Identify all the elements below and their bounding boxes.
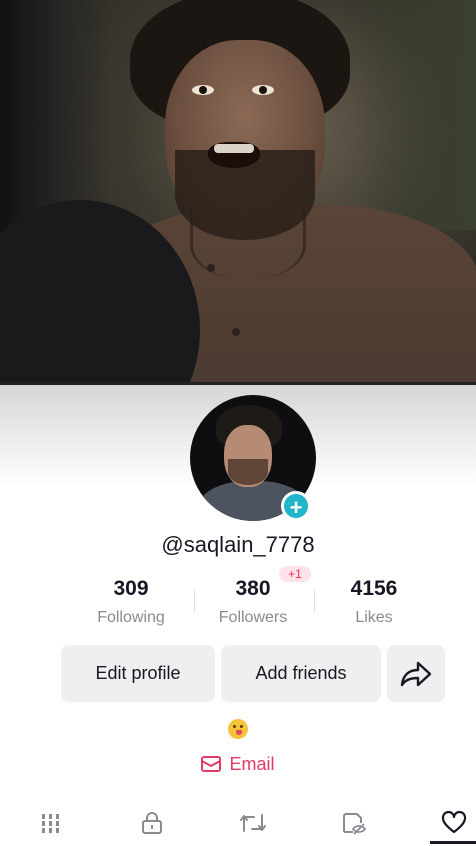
stat-likes[interactable]: 4156 Likes [314,577,434,627]
bio-emoji [0,719,476,744]
tab-hidden[interactable] [334,806,374,840]
tab-private[interactable] [132,806,172,840]
hidden-eye-icon [343,813,367,835]
followers-label: Followers [218,609,288,626]
lock-icon [142,812,162,834]
likes-count: 4156 [350,577,398,600]
video-thumbnail[interactable] [0,0,476,382]
profile-tabs [0,802,476,846]
tab-liked[interactable] [434,806,474,840]
email-label: Email [229,754,275,774]
envelope-icon [201,756,222,772]
grid-icon [42,814,59,833]
edit-profile-button[interactable]: Edit profile [61,645,215,702]
share-arrow-icon [400,661,432,686]
add-friends-button[interactable]: Add friends [221,645,381,702]
screen: + @saqlain_7778 309 Following 380 Follow… [0,0,476,846]
stat-followers[interactable]: 380 Followers [193,577,313,627]
new-followers-badge: +1 [279,566,311,582]
following-count: 309 [113,577,149,600]
repost-icon [240,814,266,832]
likes-label: Likes [355,609,393,626]
yum-emoji-icon [228,719,248,739]
heart-icon [441,811,467,834]
tab-videos[interactable] [31,806,71,840]
tab-reposts[interactable] [233,806,273,840]
plus-icon[interactable]: + [281,491,311,521]
stat-following[interactable]: 309 Following [71,577,191,627]
email-link[interactable]: Email [0,754,476,775]
username: @saqlain_7778 [161,532,315,557]
active-tab-indicator [430,841,476,844]
following-label: Following [97,609,165,626]
share-profile-button[interactable] [387,645,445,702]
